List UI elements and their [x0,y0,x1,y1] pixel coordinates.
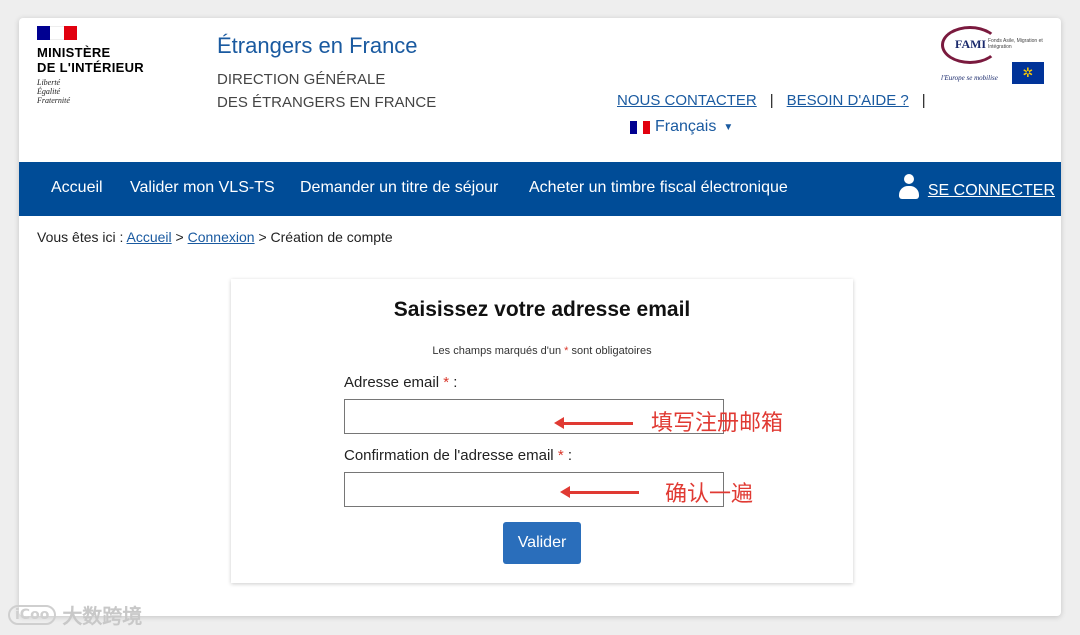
ministere-name: MINISTÈRE DE L'INTÉRIEUR [37,45,144,75]
nav-item-valider-vls-ts[interactable]: Valider mon VLS-TS [130,179,275,197]
breadcrumb-home-link[interactable]: Accueil [127,229,172,245]
breadcrumb: Vous êtes ici : Accueil > Connexion > Cr… [37,229,393,245]
breadcrumb-connexion-link[interactable]: Connexion [188,229,255,245]
french-flag-icon [37,26,77,40]
eu-flag-icon: ✲ [1012,62,1044,84]
email-confirm-label: Confirmation de l'adresse email * : [344,447,572,464]
required-fields-note: Les champs marqués d'un * sont obligatoi… [432,345,652,357]
main-nav: Accueil Valider mon VLS-TS Demander un t… [19,162,1061,216]
fami-eu-logo: FAMI Fonds Asile, Migration et Intégrati… [939,24,1047,86]
email-form-card: Saisissez votre adresse email Les champs… [231,279,853,583]
site-title[interactable]: Étrangers en France [217,33,418,59]
watermark-logo: iCoo [8,604,57,625]
browser-page: MINISTÈRE DE L'INTÉRIEUR Liberté Égalité… [19,18,1061,616]
submit-button[interactable]: Valider [503,522,581,564]
top-links: NOUS CONTACTER | BESOIN D'AIDE ? | [617,92,926,109]
login-button[interactable]: SE CONNECTER [898,174,1055,200]
login-label: SE CONNECTER [927,182,1055,199]
watermark: iCoo 大数跨境 [8,600,142,629]
site-subtitle: DIRECTION GÉNÉRALE DES ÉTRANGERS EN FRAN… [217,71,437,111]
help-link[interactable]: BESOIN D'AIDE ? [787,92,909,109]
republic-motto: Liberté Égalité Fraternité [37,78,70,105]
email-label: Adresse email * : [344,374,458,391]
ministere-logo[interactable]: MINISTÈRE DE L'INTÉRIEUR Liberté Égalité… [37,26,187,105]
user-icon [898,174,920,200]
annotation-email-note: 填写注册邮箱 [651,411,784,436]
nav-item-titre-sejour[interactable]: Demander un titre de séjour [300,179,498,197]
annotation-confirm-note: 确认一遍 [665,482,754,507]
breadcrumb-current: Création de compte [270,229,393,245]
watermark-text: 大数跨境 [62,604,143,628]
nav-item-accueil[interactable]: Accueil [51,179,103,197]
contact-link[interactable]: NOUS CONTACTER [617,92,757,109]
fami-small-text: Fonds Asile, Migration et Intégration [988,38,1043,50]
nav-item-timbre-fiscal[interactable]: Acheter un timbre fiscal électronique [529,179,788,197]
caret-down-icon: ▼ [723,121,734,133]
language-selector[interactable]: Français ▼ [630,118,733,136]
form-title: Saisissez votre adresse email [393,298,691,321]
annotation-arrow-left-icon [554,417,633,429]
fami-logo-text: FAMI [955,37,987,51]
annotation-arrow-left-icon [560,486,639,498]
eu-tagline: l'Europe se mobilise [941,74,998,82]
language-label: Français [655,118,717,135]
french-flag-icon [630,120,651,134]
